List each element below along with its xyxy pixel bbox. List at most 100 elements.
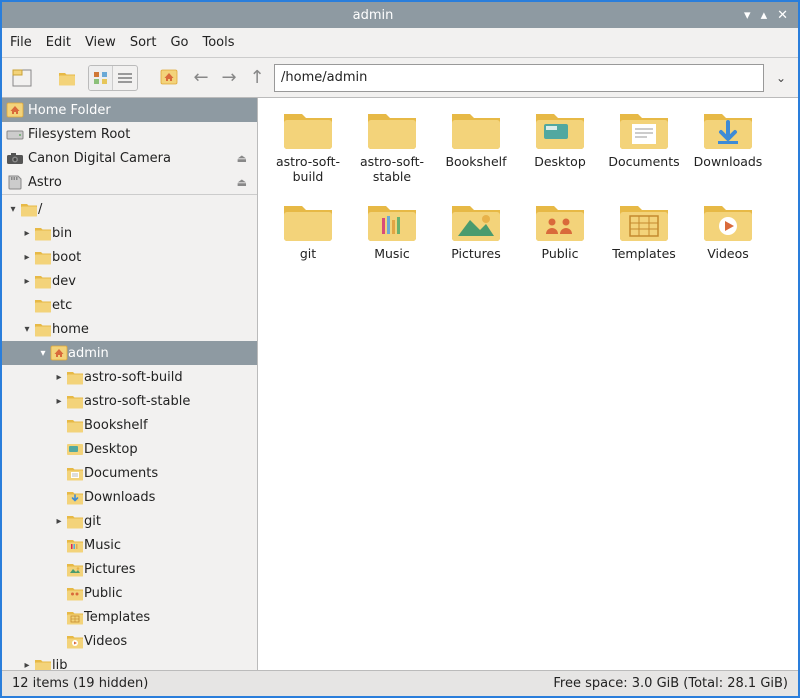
eject-icon[interactable]: ⏏	[237, 176, 253, 189]
tree-label: Downloads	[84, 490, 155, 505]
file-item-desktop[interactable]: Desktop	[520, 106, 600, 184]
chevron-right-icon: ▸	[20, 228, 34, 239]
path-input[interactable]	[281, 70, 757, 85]
folder-icon	[280, 106, 336, 150]
place-home-folder[interactable]: Home Folder	[2, 98, 257, 122]
templates-folder-icon	[616, 198, 672, 242]
file-label: Music	[374, 246, 410, 261]
file-item-git[interactable]: git	[268, 198, 348, 261]
tree-node-videos[interactable]: Videos	[2, 629, 257, 653]
desktop-folder-icon	[532, 106, 588, 150]
file-item-bookshelf[interactable]: Bookshelf	[436, 106, 516, 184]
file-item-astro-soft-build[interactable]: astro-soft-build	[268, 106, 348, 184]
forward-button[interactable]: →	[218, 67, 240, 88]
chevron-down-icon: ▾	[6, 204, 20, 215]
tree-node-astro-soft-build[interactable]: ▸astro-soft-build	[2, 365, 257, 389]
tree-node-desktop[interactable]: Desktop	[2, 437, 257, 461]
menu-go[interactable]: Go	[170, 35, 188, 50]
file-item-documents[interactable]: Documents	[604, 106, 684, 184]
chevron-down-icon: ▾	[20, 324, 34, 335]
tree-node-templates[interactable]: Templates	[2, 605, 257, 629]
minimize-button[interactable]: ▾	[744, 8, 751, 23]
music-folder-icon	[66, 537, 84, 553]
menu-view[interactable]: View	[85, 35, 116, 50]
folder-icon	[34, 657, 52, 670]
tree-label: home	[52, 322, 89, 337]
tree-label: etc	[52, 298, 72, 313]
tree-node-astro-soft-stable[interactable]: ▸astro-soft-stable	[2, 389, 257, 413]
path-history-dropdown[interactable]: ⌄	[770, 71, 792, 85]
tree-node-etc[interactable]: etc	[2, 293, 257, 317]
tree-node-pictures[interactable]: Pictures	[2, 557, 257, 581]
file-item-pictures[interactable]: Pictures	[436, 198, 516, 261]
close-button[interactable]: ✕	[777, 8, 788, 23]
tree-node-boot[interactable]: ▸boot	[2, 245, 257, 269]
public-folder-icon	[66, 585, 84, 601]
file-label: Pictures	[451, 246, 501, 261]
tree-node-bookshelf[interactable]: Bookshelf	[2, 413, 257, 437]
folder-view[interactable]: astro-soft-build astro-soft-stable Books…	[258, 98, 798, 670]
place-label: Astro	[28, 175, 62, 190]
tree-node-music[interactable]: Music	[2, 533, 257, 557]
place-filesystem-root[interactable]: Filesystem Root	[2, 122, 257, 146]
tree-node-bin[interactable]: ▸bin	[2, 221, 257, 245]
places-toggle-button[interactable]	[54, 64, 82, 92]
tree-label: lib	[52, 658, 67, 671]
home-button[interactable]	[156, 64, 184, 92]
file-item-templates[interactable]: Templates	[604, 198, 684, 261]
tree-node-git[interactable]: ▸git	[2, 509, 257, 533]
place-label: Canon Digital Camera	[28, 151, 171, 166]
file-item-public[interactable]: Public	[520, 198, 600, 261]
tree-node-root[interactable]: ▾/	[2, 197, 257, 221]
folder-icon	[66, 417, 84, 433]
music-folder-icon	[364, 198, 420, 242]
menu-sort[interactable]: Sort	[130, 35, 157, 50]
back-button[interactable]: ←	[190, 67, 212, 88]
chevron-down-icon: ▾	[36, 348, 50, 359]
icon-view-button[interactable]	[89, 66, 113, 90]
menu-tools[interactable]: Tools	[203, 35, 235, 50]
tree-node-lib[interactable]: ▸lib	[2, 653, 257, 670]
file-item-music[interactable]: Music	[352, 198, 432, 261]
file-item-downloads[interactable]: Downloads	[688, 106, 768, 184]
file-label: Bookshelf	[445, 154, 506, 169]
folder-icon	[34, 321, 52, 337]
places-list: Home Folder Filesystem Root Canon Digita…	[2, 98, 257, 194]
tree-node-public[interactable]: Public	[2, 581, 257, 605]
tree-node-downloads[interactable]: Downloads	[2, 485, 257, 509]
tree-node-home[interactable]: ▾ home	[2, 317, 257, 341]
home-icon	[6, 102, 24, 118]
tree-node-documents[interactable]: Documents	[2, 461, 257, 485]
status-items-count: 12 items (19 hidden)	[12, 676, 148, 691]
desktop-folder-icon	[66, 441, 84, 457]
place-label: Filesystem Root	[28, 127, 130, 142]
list-view-button[interactable]	[113, 66, 137, 90]
up-button[interactable]: ↑	[246, 67, 268, 88]
sidebar: Home Folder Filesystem Root Canon Digita…	[2, 98, 258, 670]
eject-icon[interactable]: ⏏	[237, 152, 253, 165]
file-item-astro-soft-stable[interactable]: astro-soft-stable	[352, 106, 432, 184]
tree-node-admin[interactable]: ▾ admin	[2, 341, 257, 365]
place-camera[interactable]: Canon Digital Camera ⏏	[2, 146, 257, 170]
menu-file[interactable]: File	[10, 35, 32, 50]
folder-icon	[34, 249, 52, 265]
maximize-button[interactable]: ▴	[761, 8, 768, 23]
home-icon	[50, 345, 68, 361]
folder-icon	[364, 106, 420, 150]
tree-label: admin	[68, 346, 109, 361]
folder-icon	[20, 201, 38, 217]
tree-label: Documents	[84, 466, 158, 481]
file-item-videos[interactable]: Videos	[688, 198, 768, 261]
menu-edit[interactable]: Edit	[46, 35, 71, 50]
chevron-right-icon: ▸	[52, 372, 66, 383]
file-label: Videos	[707, 246, 749, 261]
tree-label: Templates	[84, 610, 150, 625]
chevron-right-icon: ▸	[52, 396, 66, 407]
tree-node-dev[interactable]: ▸dev	[2, 269, 257, 293]
place-astro[interactable]: Astro ⏏	[2, 170, 257, 194]
documents-folder-icon	[66, 465, 84, 481]
path-entry[interactable]	[274, 64, 764, 92]
tree-label: /	[38, 202, 42, 217]
new-tab-button[interactable]	[8, 64, 36, 92]
folder-icon	[34, 297, 52, 313]
